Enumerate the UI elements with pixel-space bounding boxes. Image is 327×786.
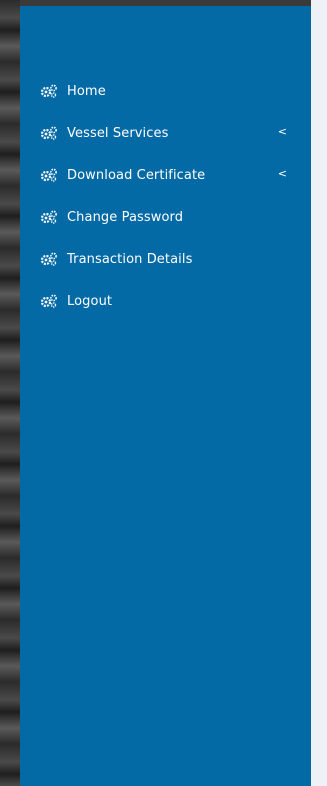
gears-icon	[40, 210, 58, 224]
sidebar-item-change-password[interactable]: Change Password	[20, 196, 311, 238]
sidebar-item-logout[interactable]: Logout	[20, 280, 311, 322]
sidebar-item-label: Transaction Details	[67, 251, 193, 267]
gears-icon	[40, 126, 58, 140]
background-photo-strip	[0, 0, 20, 786]
sidebar-item-label: Vessel Services	[67, 125, 169, 141]
sidebar-item-download-certificate[interactable]: Download Certificate <	[20, 154, 311, 196]
sidebar-item-label: Change Password	[67, 209, 184, 225]
gears-icon	[40, 84, 58, 98]
sidebar-menu: Home Vessel Services < Download Certific…	[20, 70, 311, 322]
chevron-left-icon[interactable]: <	[278, 125, 287, 139]
sidebar-item-label: Home	[67, 83, 106, 99]
sidebar-item-label: Logout	[67, 293, 113, 309]
sidebar-item-transaction-details[interactable]: Transaction Details	[20, 238, 311, 280]
sidebar-item-vessel-services[interactable]: Vessel Services <	[20, 112, 311, 154]
gears-icon	[40, 294, 58, 308]
chevron-left-icon[interactable]: <	[278, 167, 287, 181]
sidebar-item-home[interactable]: Home	[20, 70, 311, 112]
sidebar-item-label: Download Certificate	[67, 167, 206, 183]
main-content-area	[311, 0, 327, 786]
sidebar: Home Vessel Services < Download Certific…	[20, 6, 311, 786]
gears-icon	[40, 252, 58, 266]
gears-icon	[40, 168, 58, 182]
